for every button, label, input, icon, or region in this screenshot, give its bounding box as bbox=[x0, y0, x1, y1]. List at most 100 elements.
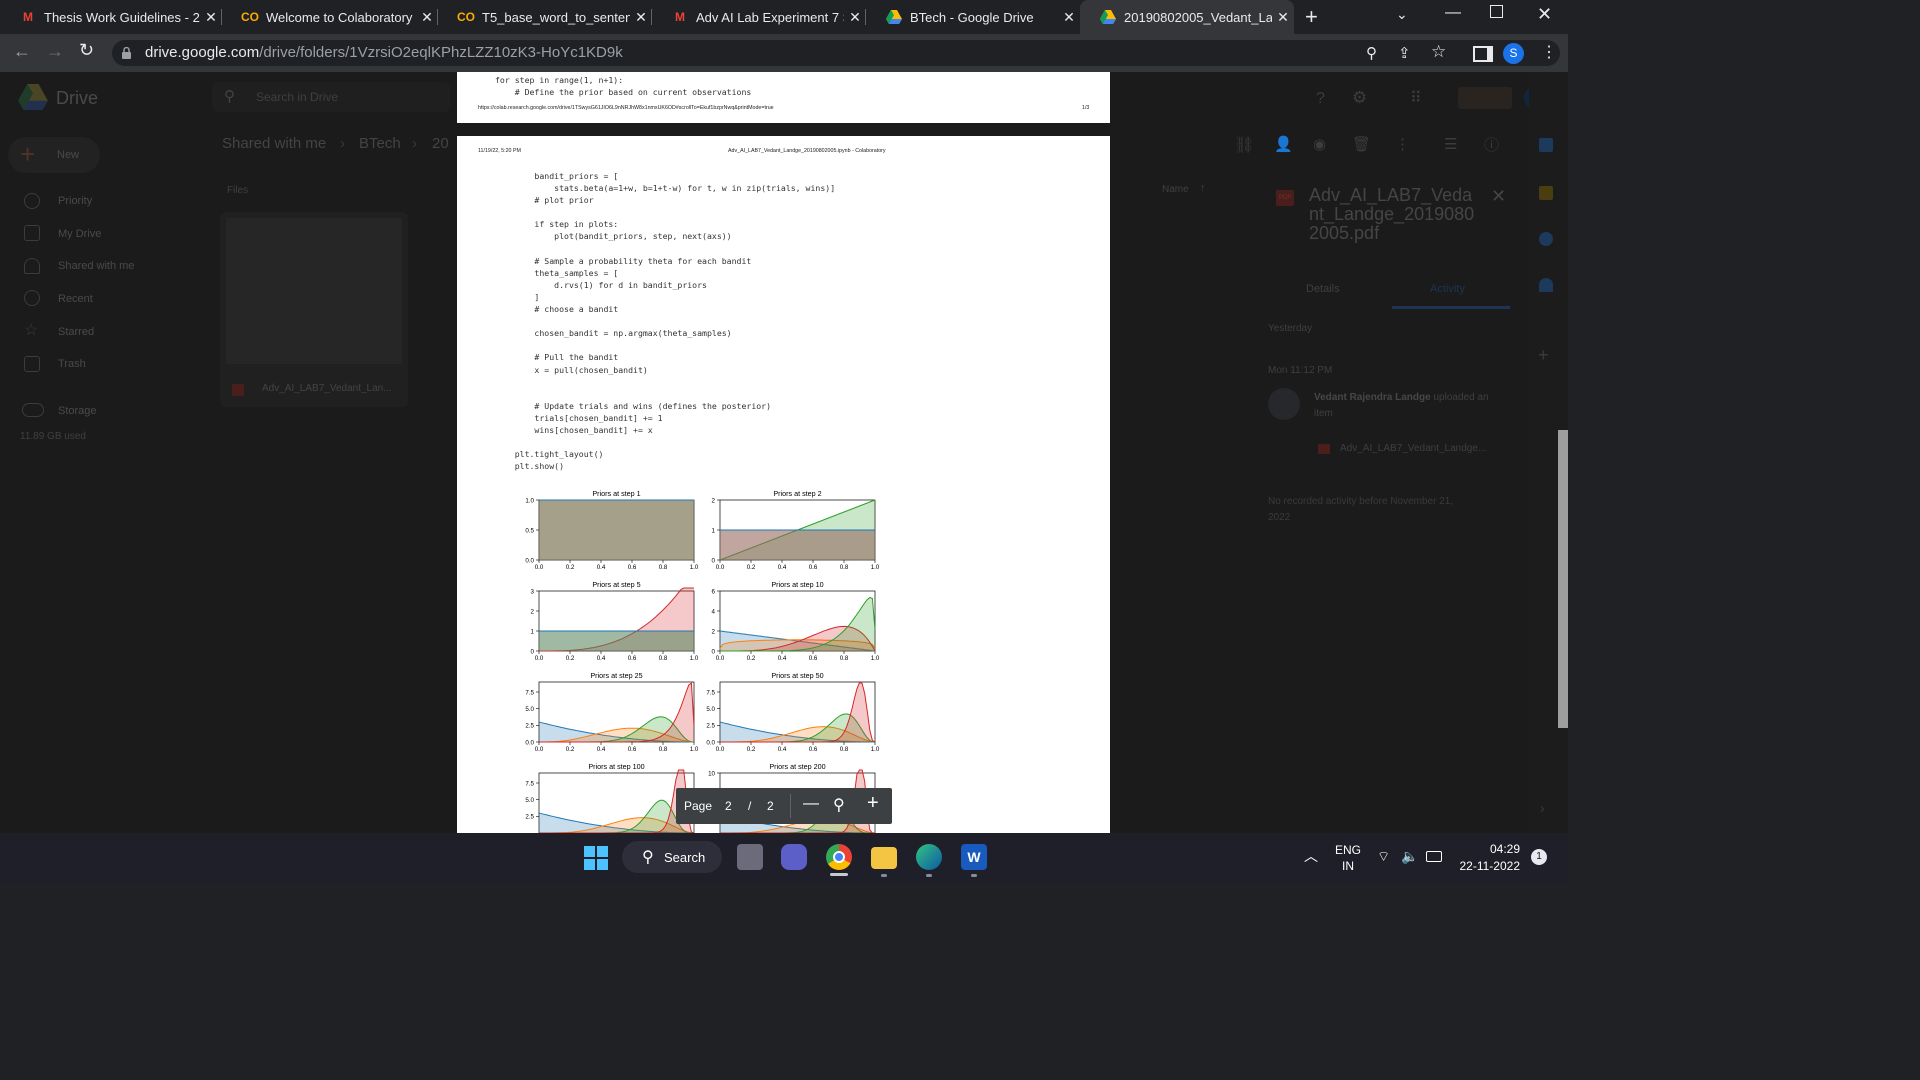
name-sort-header[interactable]: Name bbox=[1162, 184, 1189, 195]
language-indicator[interactable]: ENG IN bbox=[1335, 842, 1361, 874]
teams-chat-icon[interactable] bbox=[781, 844, 807, 870]
chrome-icon[interactable] bbox=[826, 844, 852, 870]
activity-file[interactable]: Adv_AI_LAB7_Vedant_Landge... bbox=[1340, 443, 1486, 454]
nav-priority[interactable]: Priority bbox=[58, 195, 92, 207]
help-icon[interactable]: ? bbox=[1316, 90, 1325, 108]
y-tick-label: 6 bbox=[712, 588, 716, 595]
tab-colab-t5[interactable]: CO T5_base_word_to_sentence ✕ bbox=[438, 0, 652, 34]
x-tick-label: 0.0 bbox=[535, 655, 544, 662]
breadcrumb-btech[interactable]: BTech bbox=[359, 135, 401, 152]
task-view-icon[interactable] bbox=[737, 844, 763, 870]
tasks-icon[interactable] bbox=[1539, 232, 1553, 246]
sort-arrow-up-icon[interactable]: ↑ bbox=[1200, 182, 1206, 194]
bookmark-star-icon[interactable]: ☆ bbox=[1431, 42, 1446, 62]
breadcrumb-shared[interactable]: Shared with me bbox=[222, 135, 326, 152]
x-tick-label: 0.2 bbox=[566, 655, 575, 662]
tab-btech-drive[interactable]: BTech - Google Drive ✕ bbox=[866, 0, 1080, 34]
gmail-icon: M bbox=[23, 10, 33, 24]
close-icon[interactable]: ✕ bbox=[1058, 9, 1080, 26]
viewer-scrollbar[interactable] bbox=[1558, 430, 1568, 728]
nav-storage[interactable]: Storage bbox=[58, 405, 97, 417]
tray-chevron-icon[interactable]: ︿ bbox=[1304, 846, 1318, 866]
drive-search-box[interactable]: ⚲ Search in Drive bbox=[212, 82, 450, 112]
tab-thesis[interactable]: M Thesis Work Guidelines - 20 ✕ bbox=[0, 0, 222, 34]
breadcrumb-current[interactable]: 20 bbox=[432, 135, 449, 152]
new-tab-icon[interactable]: + bbox=[1305, 4, 1318, 30]
more-icon[interactable]: ⋮ bbox=[1395, 135, 1410, 153]
list-view-icon[interactable]: ☰ bbox=[1444, 135, 1457, 153]
forward-icon[interactable]: → bbox=[46, 41, 64, 62]
calendar-icon[interactable] bbox=[1539, 138, 1553, 152]
close-icon[interactable]: ✕ bbox=[844, 9, 866, 26]
share-icon[interactable]: ⇪ bbox=[1398, 44, 1411, 62]
reload-icon[interactable]: ↻ bbox=[79, 40, 94, 61]
keep-icon[interactable] bbox=[1539, 186, 1553, 200]
priors-figure: Priors at step 1 0.0 0.5 1.0 0.0 0.2 0.4 0.6 0.8… bbox=[525, 489, 880, 833]
x-tick-label: 0.6 bbox=[809, 655, 818, 662]
close-icon[interactable]: ✕ bbox=[1272, 9, 1294, 26]
nav-trash[interactable]: Trash bbox=[58, 358, 86, 370]
tab-active-pdf[interactable]: 20190802005_Vedant_Land ✕ bbox=[1080, 0, 1294, 34]
zoom-magnifier-icon[interactable]: ⚲ bbox=[833, 795, 845, 815]
side-panel-icon[interactable] bbox=[1473, 46, 1493, 62]
delete-icon[interactable]: 🗑 bbox=[1352, 135, 1371, 153]
window-close-icon[interactable]: ✕ bbox=[1537, 4, 1552, 25]
tab-search-chevron-icon[interactable]: ⌄ bbox=[1396, 6, 1408, 23]
link-icon[interactable]: ⛓ bbox=[1234, 135, 1254, 155]
y-tick-label: 7.5 bbox=[525, 780, 534, 787]
file-explorer-icon[interactable] bbox=[871, 847, 897, 869]
restore-icon[interactable] bbox=[1490, 5, 1503, 18]
minimize-icon[interactable]: — bbox=[1445, 4, 1461, 22]
volume-icon[interactable]: 🔈 bbox=[1401, 848, 1418, 865]
x-tick-label: 0.8 bbox=[840, 655, 849, 662]
page-current-input[interactable]: 2 bbox=[725, 799, 732, 813]
close-icon[interactable]: ✕ bbox=[200, 9, 222, 26]
pdf-icon: PDF bbox=[1276, 190, 1294, 206]
tab-adv-ai[interactable]: M Adv AI Lab Experiment 7 Su ✕ bbox=[652, 0, 866, 34]
prior-area bbox=[539, 631, 694, 651]
contacts-icon[interactable] bbox=[1539, 278, 1553, 292]
menu-kebab-icon[interactable]: ⋮ bbox=[1541, 42, 1557, 62]
profile-avatar[interactable]: S bbox=[1503, 43, 1524, 64]
priority-icon bbox=[24, 193, 40, 209]
preview-eye-icon[interactable]: ◉ bbox=[1313, 135, 1326, 153]
panel-close-icon[interactable]: ✕ bbox=[1491, 186, 1506, 207]
nav-recent[interactable]: Recent bbox=[58, 293, 93, 305]
breadcrumb-chevron-icon: › bbox=[412, 135, 417, 152]
clock[interactable]: 04:29 22-11-2022 bbox=[1458, 841, 1521, 875]
x-tick-label: 0.6 bbox=[628, 655, 637, 662]
expand-chevron-icon[interactable]: › bbox=[1540, 800, 1545, 816]
zoom-out-icon[interactable]: — bbox=[803, 795, 819, 813]
nav-my-drive[interactable]: My Drive bbox=[58, 228, 101, 240]
panel-tab-activity[interactable]: Activity bbox=[1430, 283, 1465, 295]
y-tick-label: 0.5 bbox=[525, 527, 534, 534]
drive-logo-icon[interactable] bbox=[18, 84, 48, 115]
zoom-in-icon[interactable]: + bbox=[867, 792, 879, 815]
tab-colab-welcome[interactable]: CO Welcome to Colaboratory - ✕ bbox=[222, 0, 438, 34]
windows-start-icon[interactable] bbox=[584, 846, 608, 875]
edge-icon[interactable] bbox=[916, 844, 942, 870]
settings-gear-icon[interactable]: ⚙ bbox=[1352, 88, 1367, 108]
back-icon[interactable]: ← bbox=[13, 41, 31, 62]
battery-icon[interactable] bbox=[1426, 851, 1442, 862]
apps-grid-icon[interactable]: ⠿ bbox=[1410, 88, 1422, 108]
wifi-icon[interactable]: ⌔ bbox=[1377, 848, 1390, 866]
notification-badge[interactable]: 1 bbox=[1531, 849, 1547, 865]
add-addon-icon[interactable]: + bbox=[1538, 345, 1549, 366]
new-button[interactable]: + New bbox=[8, 137, 100, 173]
file-card[interactable]: Adv_AI_LAB7_Vedant_Lan... bbox=[220, 212, 408, 407]
nav-starred[interactable]: Starred bbox=[58, 326, 94, 338]
add-person-icon[interactable]: 👤 bbox=[1274, 135, 1293, 153]
panel-tab-details[interactable]: Details bbox=[1306, 283, 1340, 295]
close-icon[interactable]: ✕ bbox=[416, 9, 438, 26]
panel-title: Adv_AI_LAB7_Vedant_Landge_20190802005.pd… bbox=[1309, 185, 1475, 243]
lock-icon[interactable] bbox=[122, 46, 131, 59]
nav-shared[interactable]: Shared with me bbox=[58, 260, 134, 272]
word-icon[interactable]: W bbox=[961, 844, 987, 870]
close-icon[interactable]: ✕ bbox=[630, 9, 652, 26]
info-icon[interactable]: ⓘ bbox=[1484, 134, 1499, 155]
taskbar-search[interactable]: ⚲ Search bbox=[622, 841, 722, 873]
url-text[interactable]: drive.google.com/drive/folders/1VzrsiO2e… bbox=[145, 44, 623, 61]
tab-title: Thesis Work Guidelines - 20 bbox=[44, 9, 200, 25]
zoom-icon[interactable]: ⚲ bbox=[1366, 44, 1377, 62]
